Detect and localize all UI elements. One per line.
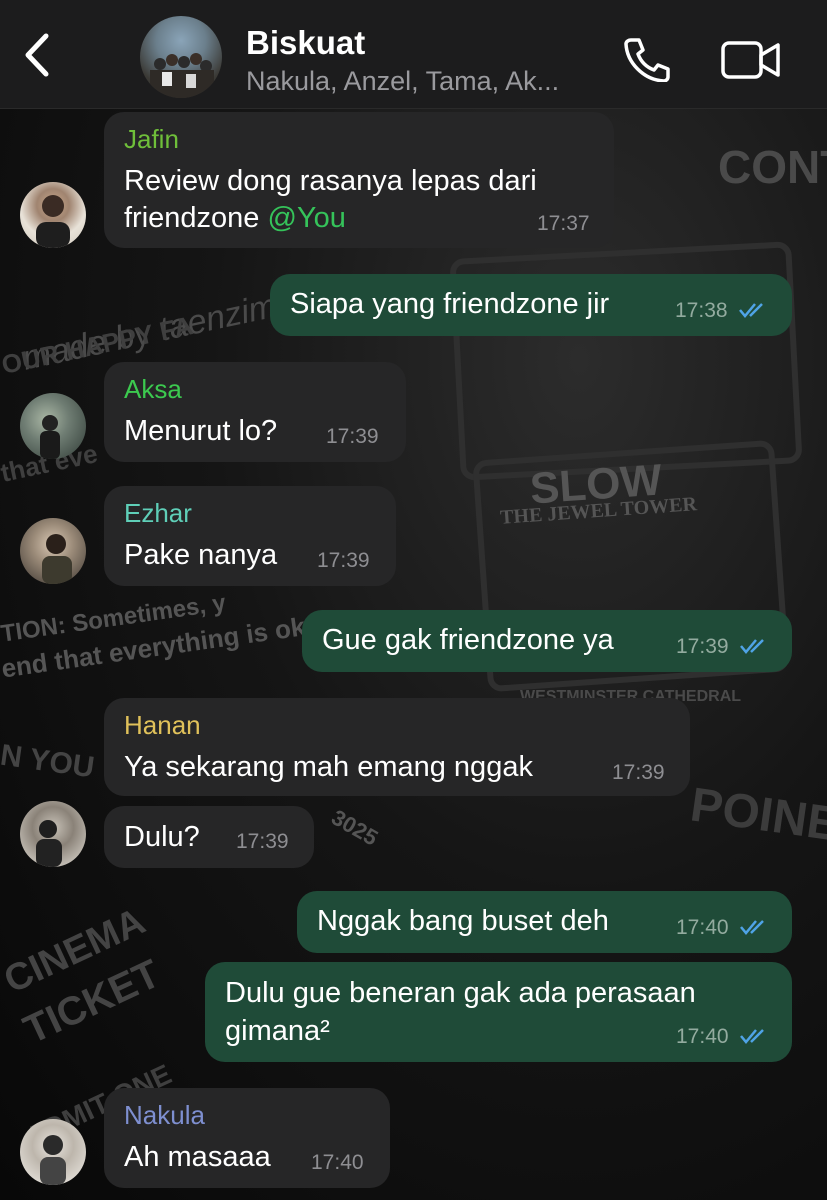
message-text: Pake nanya xyxy=(124,539,278,571)
message-time: 17:40 xyxy=(311,1151,364,1174)
message-bubble-outgoing[interactable]: Nggak bang buset deh 17:40 xyxy=(297,891,792,953)
message-text: gimana² xyxy=(225,1015,330,1047)
message-time: 17:39 xyxy=(317,549,370,572)
sender-name: Aksa xyxy=(124,374,182,404)
person-photo-icon xyxy=(40,1135,66,1185)
phone-call-icon[interactable] xyxy=(622,36,672,82)
group-photo-icon xyxy=(150,53,214,98)
message-bubble-incoming[interactable]: Hanan Ya sekarang mah emang nggak 17:39 xyxy=(104,698,690,796)
avatar-jafin[interactable] xyxy=(20,182,86,248)
message-time: 17:37 xyxy=(537,212,590,235)
avatar-nakula[interactable] xyxy=(20,1119,86,1185)
message-text: Dulu? xyxy=(124,821,200,853)
sender-name: Nakula xyxy=(124,1100,205,1130)
wallpaper-text: 3025 xyxy=(327,804,383,851)
wallpaper-text: POINER xyxy=(687,778,827,857)
message-time: 17:38 xyxy=(675,299,728,322)
message-text: Menurut lo? xyxy=(124,415,278,447)
read-receipt-icon xyxy=(740,920,764,935)
person-photo-icon xyxy=(42,534,72,584)
message-bubble-outgoing[interactable]: Dulu gue beneran gak ada perasaan gimana… xyxy=(205,962,792,1062)
message-time: 17:40 xyxy=(676,1025,729,1048)
read-receipt-icon xyxy=(740,1029,764,1044)
sender-name: Hanan xyxy=(124,710,201,740)
message-bubble-incoming[interactable]: Nakula Ah masaaa 17:40 xyxy=(104,1088,390,1188)
message-text: Gue gak friendzone ya xyxy=(322,624,614,656)
message-bubble-incoming[interactable]: Aksa Menurut lo? 17:39 xyxy=(104,362,406,462)
chat-title[interactable]: Biskuat xyxy=(246,24,365,62)
message-bubble-outgoing[interactable]: Gue gak friendzone ya 17:39 xyxy=(302,610,792,672)
avatar-ezhar[interactable] xyxy=(20,518,86,584)
message-time: 17:40 xyxy=(676,916,729,939)
message-text-part: friendzone xyxy=(124,202,268,234)
message-bubble-incoming[interactable]: Ezhar Pake nanya 17:39 xyxy=(104,486,396,586)
person-photo-icon xyxy=(40,415,60,459)
message-text: Ah masaaa xyxy=(124,1141,271,1173)
video-call-icon[interactable] xyxy=(720,40,782,80)
message-text: Ya sekarang mah emang nggak xyxy=(124,751,533,783)
read-receipt-icon xyxy=(740,639,764,654)
chat-header: Biskuat Nakula, Anzel, Tama, Ak... xyxy=(0,0,827,109)
sender-name: Jafin xyxy=(124,124,179,154)
group-avatar[interactable] xyxy=(140,16,222,98)
person-photo-icon xyxy=(36,820,62,867)
message-text: Nggak bang buset deh xyxy=(317,905,609,937)
message-time: 17:39 xyxy=(326,425,379,448)
back-chevron-icon[interactable] xyxy=(18,30,58,80)
avatar-aksa[interactable] xyxy=(20,393,86,459)
message-text: friendzone @You xyxy=(124,199,346,237)
message-time: 17:39 xyxy=(612,761,665,784)
sender-name: Ezhar xyxy=(124,498,192,528)
message-time: 17:39 xyxy=(676,635,729,658)
message-bubble-outgoing[interactable]: Siapa yang friendzone jir 17:38 xyxy=(270,274,792,336)
wallpaper-text: CONT xyxy=(718,141,827,193)
message-bubble-incoming[interactable]: Jafin Review dong rasanya lepas dari fri… xyxy=(104,112,614,248)
person-photo-icon xyxy=(36,195,70,248)
message-text: Review dong rasanya lepas dari xyxy=(124,165,537,197)
message-time: 17:39 xyxy=(236,830,289,853)
chat-members-subtitle[interactable]: Nakula, Anzel, Tama, Ak... xyxy=(246,66,559,97)
message-text: Siapa yang friendzone jir xyxy=(290,288,610,320)
message-text: Dulu gue beneran gak ada perasaan xyxy=(225,977,696,1009)
wallpaper-text: N YOU xyxy=(0,738,97,785)
avatar-hanan[interactable] xyxy=(20,801,86,867)
mention-link[interactable]: @You xyxy=(268,202,346,234)
message-bubble-incoming[interactable]: Dulu? 17:39 xyxy=(104,806,314,868)
read-receipt-icon xyxy=(739,303,763,318)
